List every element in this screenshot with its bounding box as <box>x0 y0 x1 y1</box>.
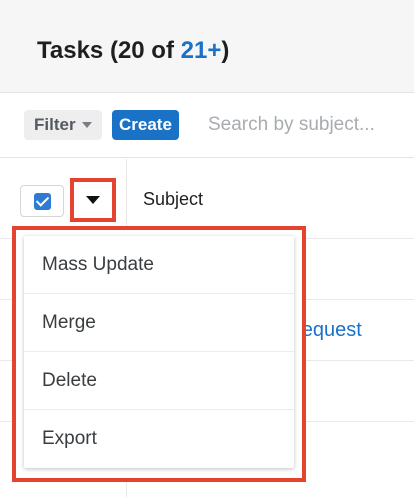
checkmark-icon <box>34 193 51 210</box>
subject-column-header[interactable]: Subject <box>143 189 203 210</box>
caret-down-icon <box>86 196 100 204</box>
mass-actions-menu: Mass Update Merge Delete Export <box>24 236 294 468</box>
create-button[interactable]: Create <box>112 110 179 140</box>
search-input[interactable] <box>194 108 414 142</box>
mass-actions-menu-highlight: Mass Update Merge Delete Export <box>12 226 306 482</box>
total-count-link[interactable]: 21+ <box>181 37 222 64</box>
filter-button[interactable]: Filter <box>24 110 102 140</box>
menu-item-merge[interactable]: Merge <box>24 294 294 352</box>
menu-item-export[interactable]: Export <box>24 410 294 468</box>
chevron-down-icon <box>81 122 92 128</box>
page-title: Tasks (20 of 21+) <box>37 37 229 65</box>
record-count: (20 of 21+) <box>109 37 230 64</box>
menu-item-delete[interactable]: Delete <box>24 352 294 410</box>
select-all-checkbox[interactable] <box>20 185 64 217</box>
filter-label: Filter <box>34 115 76 134</box>
module-title: Tasks <box>37 37 104 64</box>
mass-actions-dropdown-toggle[interactable] <box>70 178 116 222</box>
menu-item-mass-update[interactable]: Mass Update <box>24 236 294 294</box>
filter-toolbar: Filter Create <box>0 94 414 158</box>
list-header: Tasks (20 of 21+) <box>0 0 414 93</box>
